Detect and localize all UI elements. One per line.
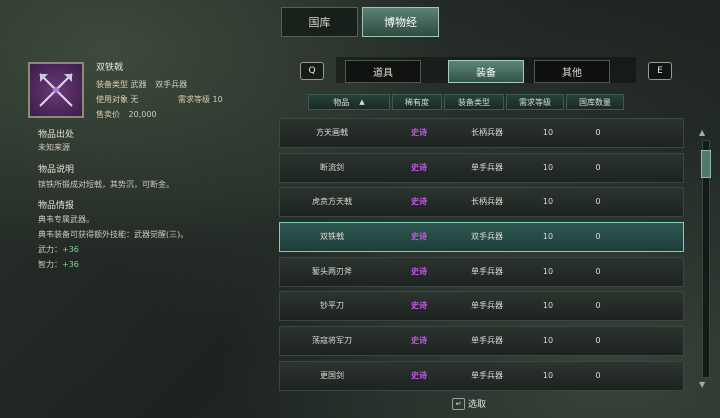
row-count: 0 [595, 336, 601, 345]
row-name: 虎贲方天戟 [312, 197, 352, 206]
col-header-count[interactable]: 国库数量 [566, 94, 624, 110]
enter-key-icon: ↵ [452, 397, 465, 410]
select-hint-label: 选取 [468, 400, 487, 410]
row-level: 10 [542, 128, 554, 137]
table-row[interactable]: 断流剑 史诗 单手兵器 10 0 [279, 153, 684, 183]
row-type: 单手兵器 [471, 163, 503, 172]
price-value: 20,000 [128, 110, 157, 119]
type-value: 武器 [130, 80, 147, 89]
intel-line-2: 典韦装备可获得额外技能：武器觉醒(三)。 [38, 230, 189, 239]
tab-other[interactable]: 其他 [534, 60, 610, 83]
table-row[interactable]: 錾头两刃斧 史诗 单手兵器 10 0 [279, 257, 684, 287]
row-name: 双铁戟 [320, 232, 344, 241]
row-rarity: 史诗 [411, 336, 427, 345]
row-level: 10 [542, 163, 554, 172]
row-count: 0 [595, 371, 601, 380]
row-type: 单手兵器 [471, 336, 503, 345]
stat-force-value: +36 [62, 245, 79, 254]
row-name: 荡寇将军刀 [312, 336, 352, 345]
row-count: 0 [595, 197, 601, 206]
row-type: 单手兵器 [471, 301, 503, 310]
origin-text: 未知来源 [38, 143, 70, 152]
row-type: 单手兵器 [471, 267, 503, 276]
target-value: 无 [130, 95, 139, 104]
row-rarity: 史诗 [411, 232, 427, 241]
type-subvalue: 双手兵器 [155, 80, 188, 89]
description-text: 镔铁所锻成对短戟，其势沉，可断金。 [38, 180, 174, 189]
row-type: 单手兵器 [471, 371, 503, 380]
item-name: 双铁戟 [96, 63, 124, 73]
row-count: 0 [595, 163, 601, 172]
stat-intellect: 智力：+36 [38, 259, 79, 270]
table-row[interactable]: 虎贲方天戟 史诗 长柄兵器 10 0 [279, 187, 684, 217]
table-row[interactable]: 方天画戟 史诗 长柄兵器 10 0 [279, 118, 684, 148]
col-header-rarity[interactable]: 稀有度 [392, 94, 442, 110]
row-type: 长柄兵器 [471, 128, 503, 137]
row-name: 钞平刀 [320, 301, 344, 310]
item-icon [28, 62, 84, 118]
stat-force: 武力：+36 [38, 244, 79, 255]
row-level: 10 [542, 197, 554, 206]
tab-equipment[interactable]: 装备 [448, 60, 524, 83]
intel-line-1: 典韦专属武器。 [38, 215, 94, 224]
item-target-line: 使用对象 无 [96, 94, 139, 105]
req-value: 10 [212, 95, 223, 104]
row-level: 10 [542, 371, 554, 380]
row-count: 0 [595, 267, 601, 276]
col-header-level[interactable]: 需求等级 [506, 94, 564, 110]
row-level: 10 [542, 232, 554, 241]
row-level: 10 [542, 336, 554, 345]
stat-force-label: 武力： [38, 245, 62, 254]
row-count: 0 [595, 128, 601, 137]
scroll-up-icon[interactable]: ▲ [699, 128, 705, 137]
req-label: 需求等级 [178, 95, 210, 104]
item-type-line: 装备类型 武器 双手兵器 [96, 79, 187, 90]
table-row[interactable]: 更国剑 史诗 单手兵器 10 0 [279, 361, 684, 391]
row-rarity: 史诗 [411, 267, 427, 276]
prev-category-key[interactable]: Q [300, 62, 324, 80]
row-name: 更国剑 [320, 371, 344, 380]
top-tab-bar: 国库 博物经 [281, 7, 439, 37]
col-header-type[interactable]: 装备类型 [444, 94, 504, 110]
row-name: 方天画戟 [316, 128, 348, 137]
next-category-key[interactable]: E [648, 62, 672, 80]
row-type: 长柄兵器 [471, 197, 503, 206]
origin-title: 物品出处 [38, 130, 75, 140]
type-label: 装备类型 [96, 80, 128, 89]
tab-items[interactable]: 道具 [345, 60, 421, 83]
select-hint: ↵ 选取 [452, 397, 486, 410]
row-rarity: 史诗 [411, 301, 427, 310]
stat-intellect-value: +36 [62, 260, 79, 269]
table-row-selected[interactable]: 双铁戟 史诗 双手兵器 10 0 [279, 222, 684, 252]
row-count: 0 [595, 301, 601, 310]
tab-museum[interactable]: 博物经 [362, 7, 439, 37]
crossed-halberds-icon [39, 73, 73, 107]
row-type: 双手兵器 [471, 232, 503, 241]
row-rarity: 史诗 [411, 163, 427, 172]
row-rarity: 史诗 [411, 128, 427, 137]
row-level: 10 [542, 301, 554, 310]
col-header-item[interactable]: 物品 ▲ [308, 94, 390, 110]
scroll-down-icon[interactable]: ▼ [699, 380, 705, 389]
price-label: 售卖价 [96, 110, 120, 119]
sort-icon: ▲ [359, 98, 365, 106]
table-row[interactable]: 荡寇将军刀 史诗 单手兵器 10 0 [279, 326, 684, 356]
stat-intellect-label: 智力： [38, 260, 62, 269]
target-label: 使用对象 [96, 95, 128, 104]
item-req-line: 需求等级 10 [178, 94, 223, 105]
col-item-label: 物品 [333, 97, 350, 107]
scrollbar-thumb[interactable] [701, 150, 711, 178]
row-name: 錾头两刃斧 [312, 267, 352, 276]
item-price-line: 售卖价 20,000 [96, 109, 157, 120]
table-row[interactable]: 钞平刀 史诗 单手兵器 10 0 [279, 291, 684, 321]
row-level: 10 [542, 267, 554, 276]
row-rarity: 史诗 [411, 371, 427, 380]
description-title: 物品说明 [38, 165, 75, 175]
tab-treasury[interactable]: 国库 [281, 7, 358, 37]
row-count: 0 [595, 232, 601, 241]
intel-title: 物品情报 [38, 201, 75, 211]
row-name: 断流剑 [320, 163, 344, 172]
row-rarity: 史诗 [411, 197, 427, 206]
